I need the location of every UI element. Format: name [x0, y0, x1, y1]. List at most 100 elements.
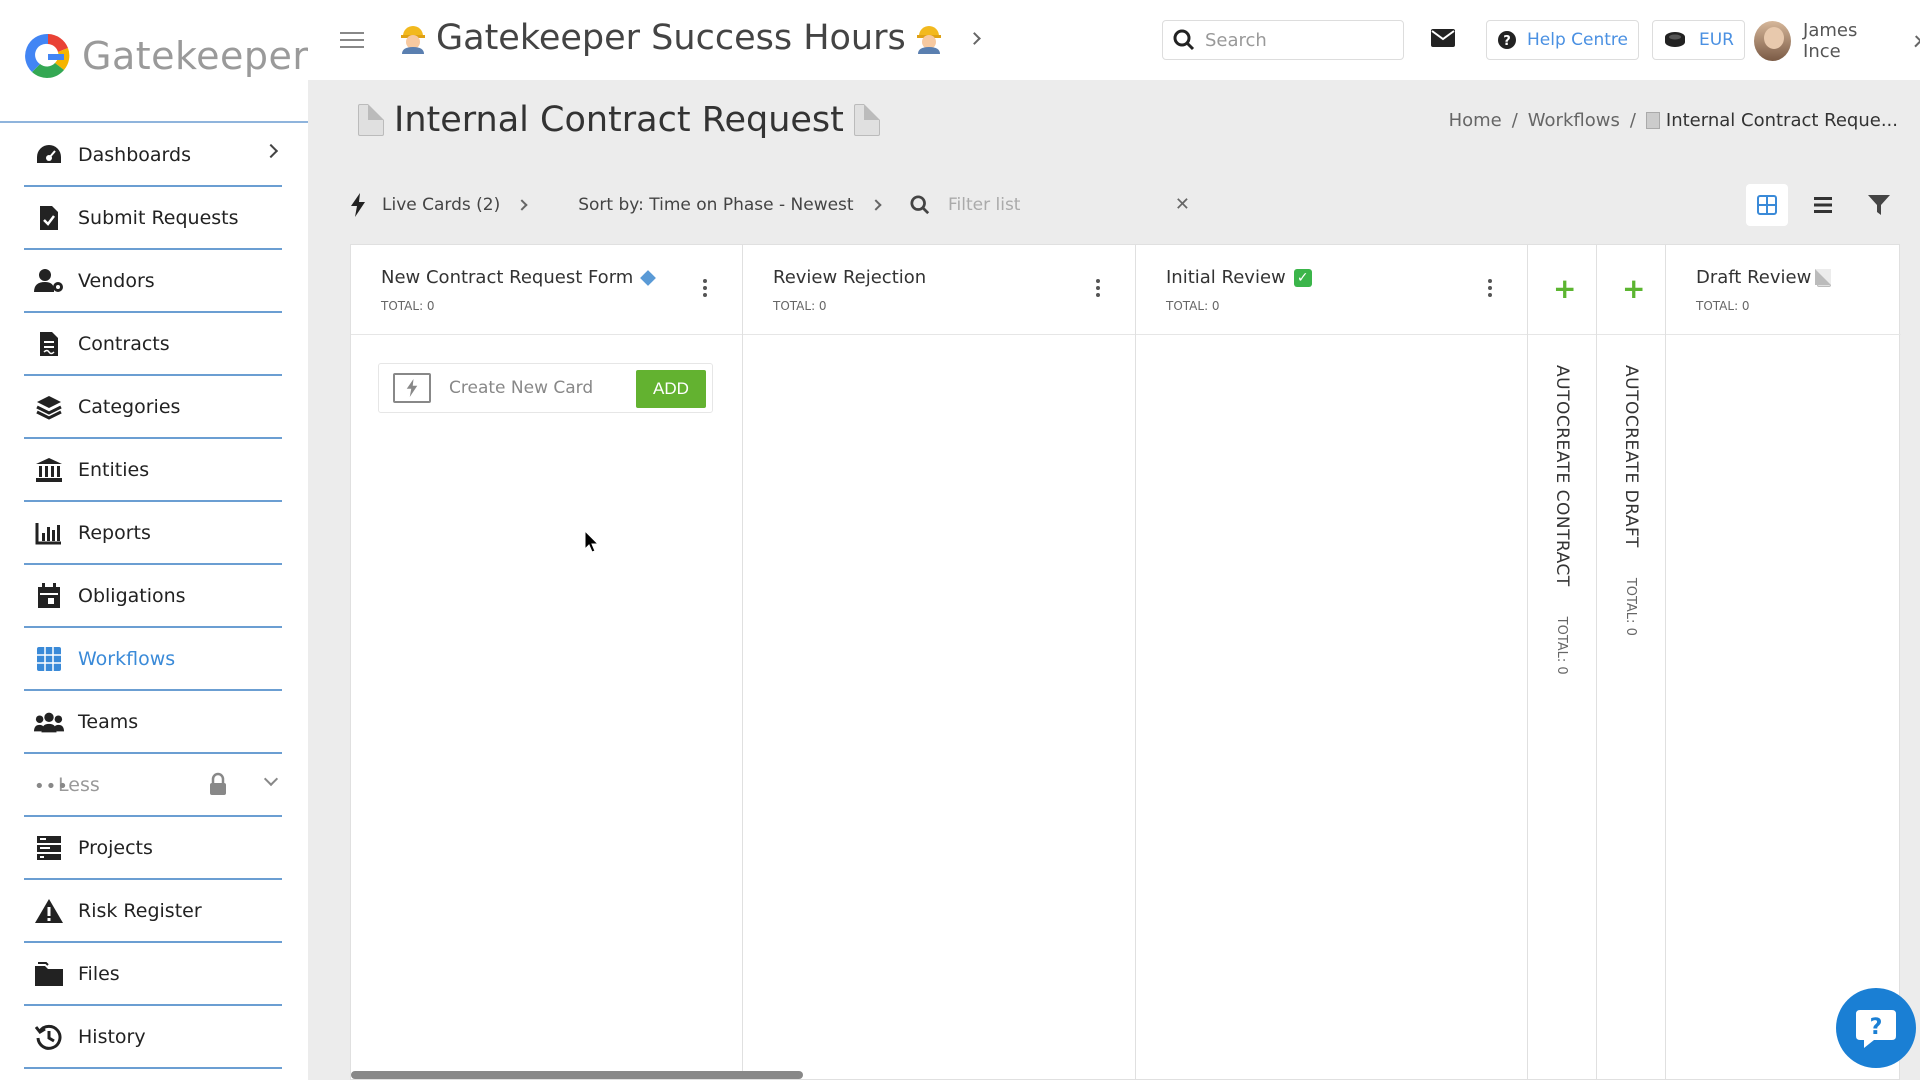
- column-title-text: AUTOCREATE CONTRACT: [1552, 365, 1572, 587]
- mail-icon[interactable]: [1430, 28, 1456, 52]
- column-menu-icon[interactable]: [1096, 279, 1101, 300]
- bar-chart-icon: [34, 518, 64, 548]
- dashboard-icon: [34, 140, 64, 170]
- question-circle-icon: ?: [1498, 31, 1516, 49]
- currency-selector[interactable]: EUR: [1652, 20, 1745, 60]
- live-cards-dropdown[interactable]: Live Cards (2): [350, 193, 528, 217]
- column-title: Initial Review ✓: [1166, 267, 1312, 288]
- board-column: Review Rejection TOTAL: 0: [743, 245, 1136, 1080]
- breadcrumb-workflows[interactable]: Workflows: [1528, 110, 1620, 131]
- lock-icon: [208, 772, 228, 800]
- hamburger-menu-icon[interactable]: [340, 32, 364, 48]
- board-column: Initial Review ✓ TOTAL: 0: [1136, 245, 1528, 1080]
- sidebar-item-label: Obligations: [78, 584, 186, 607]
- add-phase-icon[interactable]: +: [1622, 275, 1645, 303]
- sidebar-item-contracts[interactable]: Contracts: [24, 313, 282, 376]
- column-menu-icon[interactable]: [1488, 279, 1493, 300]
- sidebar-item-label: Teams: [78, 710, 139, 733]
- clear-filter-icon[interactable]: ✕: [1175, 194, 1190, 215]
- page-title: Internal Contract Request: [348, 100, 890, 140]
- sidebar-item-projects[interactable]: Projects: [24, 817, 282, 880]
- list-view-icon: [1814, 197, 1832, 213]
- board-column: Draft Review TOTAL: 0: [1666, 245, 1901, 1080]
- sort-dropdown[interactable]: Sort by: Time on Phase - Newest: [578, 195, 882, 215]
- board-column-collapsed[interactable]: + AUTOCREATE DRAFT TOTAL: 0: [1597, 245, 1666, 1080]
- vertical-column-label: AUTOCREATE CONTRACT TOTAL: 0: [1552, 365, 1572, 675]
- board-view-button[interactable]: [1746, 184, 1788, 226]
- sidebar-item-label: History: [78, 1025, 146, 1048]
- projects-icon: [34, 833, 64, 863]
- create-card-label[interactable]: Create New Card: [449, 378, 593, 398]
- sidebar-item-reports[interactable]: Reports: [24, 502, 282, 565]
- document-icon: [853, 104, 880, 136]
- column-total: TOTAL: 0: [1623, 577, 1639, 636]
- column-header: New Contract Request Form TOTAL: 0: [351, 245, 742, 335]
- column-total: TOTAL: 0: [1554, 616, 1570, 675]
- column-header: +: [1528, 245, 1596, 335]
- column-title: New Contract Request Form: [381, 267, 657, 288]
- worker-emoji-icon: [916, 26, 941, 54]
- filter-input[interactable]: Filter list ✕: [910, 180, 1190, 230]
- site-title[interactable]: Gatekeeper Success Hours: [390, 18, 981, 58]
- kanban-board: New Contract Request Form TOTAL: 0 Creat…: [350, 244, 1901, 1080]
- contract-icon: [34, 329, 64, 359]
- search-input[interactable]: Search: [1162, 20, 1404, 60]
- add-card-button[interactable]: ADD: [636, 370, 706, 408]
- list-view-button[interactable]: [1802, 184, 1844, 226]
- search-icon: [910, 195, 930, 215]
- sort-label: Sort by: Time on Phase - Newest: [578, 195, 854, 215]
- column-header: +: [1597, 245, 1665, 335]
- filter-icon: [1868, 195, 1890, 215]
- logo[interactable]: Gatekeeper: [24, 30, 309, 82]
- page-header: Internal Contract Request Home / Workflo…: [308, 80, 1920, 162]
- add-phase-icon[interactable]: +: [1553, 275, 1576, 303]
- grid-view-icon: [1757, 195, 1777, 215]
- document-icon: [1645, 112, 1660, 129]
- filter-button[interactable]: [1858, 184, 1900, 226]
- grid-icon: [34, 644, 64, 674]
- sidebar-item-label: Contracts: [78, 332, 170, 355]
- user-menu[interactable]: James Ince: [1754, 20, 1920, 62]
- sidebar-item-label: Categories: [78, 395, 181, 418]
- board-column: New Contract Request Form TOTAL: 0 Creat…: [351, 245, 743, 1080]
- sidebar-item-categories[interactable]: Categories: [24, 376, 282, 439]
- sidebar-item-workflows[interactable]: Workflows: [24, 628, 282, 691]
- sidebar-item-files[interactable]: Files: [24, 943, 282, 1006]
- breadcrumb-home[interactable]: Home: [1449, 110, 1502, 131]
- currency-label: EUR: [1699, 30, 1734, 50]
- board-column-collapsed[interactable]: + AUTOCREATE CONTRACT TOTAL: 0: [1528, 245, 1597, 1080]
- sidebar-item-risk-register[interactable]: Risk Register: [24, 880, 282, 943]
- column-menu-icon[interactable]: [703, 279, 708, 300]
- breadcrumb-separator: /: [1511, 110, 1518, 131]
- sidebar-item-history[interactable]: History: [24, 1006, 282, 1069]
- document-icon: [1815, 268, 1832, 287]
- help-centre-button[interactable]: ? Help Centre: [1486, 20, 1640, 60]
- chevron-right-icon: [967, 31, 981, 45]
- column-title: Draft Review: [1696, 267, 1841, 288]
- sidebar-item-entities[interactable]: Entities: [24, 439, 282, 502]
- horizontal-scrollbar[interactable]: [351, 1071, 803, 1079]
- chevron-right-icon: [869, 199, 882, 211]
- column-title-text: Draft Review: [1696, 267, 1812, 288]
- sidebar-item-teams[interactable]: Teams: [24, 691, 282, 754]
- sidebar-item-dashboards[interactable]: Dashboards: [24, 124, 282, 187]
- column-total: TOTAL: 0: [773, 299, 827, 313]
- sidebar-item-label: Entities: [78, 458, 150, 481]
- worker-emoji-icon: [401, 26, 425, 54]
- breadcrumb-current: Internal Contract Reque...: [1665, 110, 1898, 131]
- column-title-text: Initial Review: [1166, 267, 1286, 288]
- sidebar-item-label: Vendors: [78, 269, 155, 292]
- sidebar-item-less[interactable]: ••• Less: [24, 754, 282, 817]
- calendar-icon: [34, 581, 64, 611]
- sidebar-item-obligations[interactable]: Obligations: [24, 565, 282, 628]
- sidebar-nav: Dashboards Submit Requests Vendors Contr…: [24, 124, 282, 1069]
- coins-icon: [1665, 32, 1685, 47]
- column-header: Draft Review TOTAL: 0: [1666, 245, 1901, 335]
- sidebar-item-label: Reports: [78, 521, 151, 544]
- chat-help-icon: ?: [1856, 1010, 1896, 1048]
- column-title: Review Rejection: [773, 267, 926, 288]
- svg-text:?: ?: [1503, 34, 1511, 49]
- sidebar-item-submit-requests[interactable]: Submit Requests: [24, 187, 282, 250]
- support-chat-button[interactable]: ?: [1836, 988, 1916, 1068]
- sidebar-item-vendors[interactable]: Vendors: [24, 250, 282, 313]
